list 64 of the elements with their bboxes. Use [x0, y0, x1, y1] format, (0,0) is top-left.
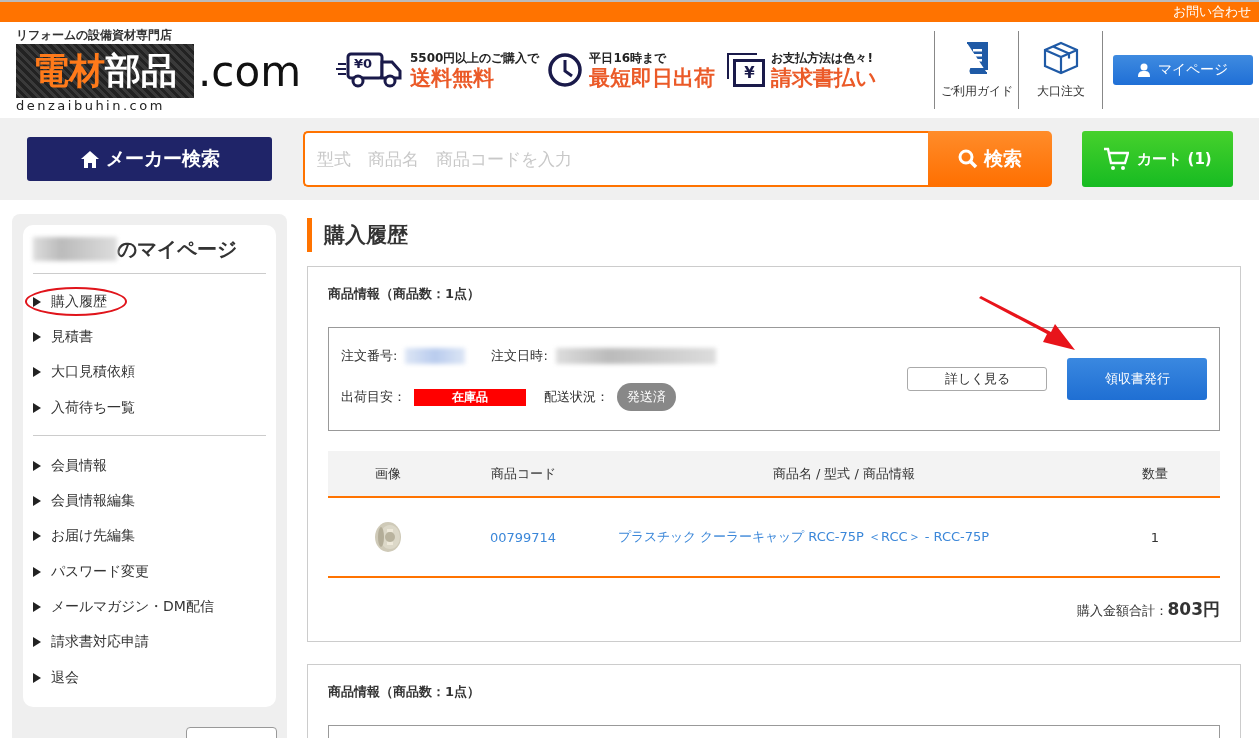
- header-link[interactable]: ご利用ガイド: [934, 31, 1018, 109]
- column-header: 画像: [374, 464, 402, 483]
- sidebar-item[interactable]: 購入履歴: [25, 284, 266, 320]
- triangle-icon: [33, 637, 41, 648]
- promo-headline: 最短即日出荷: [589, 66, 716, 91]
- order-heading: 商品情報（商品数：1点）: [328, 285, 482, 303]
- sidebar-item[interactable]: お届け先編集: [25, 518, 266, 555]
- sidebar-item[interactable]: 請求書対応申請: [25, 624, 266, 660]
- person-icon: [1138, 63, 1150, 77]
- triangle-icon: [33, 331, 41, 342]
- blurred-order-number: [405, 348, 466, 364]
- product-name-link[interactable]: プラスチック クーラーキャップ RCC-75P ＜RCC＞ - RCC-75P: [598, 528, 1090, 546]
- order-date-label: 注文日時:: [491, 347, 548, 365]
- total-label: 購入金額合計：: [1076, 602, 1168, 620]
- promo-caption: お支払方法は色々!: [771, 49, 874, 67]
- logo-tagline: リフォームの設備資材専門店: [16, 27, 173, 44]
- sidebar-item[interactable]: パスワード変更: [25, 554, 266, 590]
- maker-search-button[interactable]: メーカー検索: [27, 137, 272, 181]
- sidebar-item[interactable]: メールマガジン・DM配信: [25, 589, 266, 625]
- logo-plate[interactable]: 電材部品: [16, 44, 194, 98]
- home-icon: [79, 150, 100, 168]
- triangle-icon: [33, 367, 41, 378]
- header-link[interactable]: 大口注文: [1018, 31, 1103, 109]
- receipt-button[interactable]: 領収書発行: [1067, 358, 1207, 400]
- sidebar-item[interactable]: 入荷待ち一覧: [25, 389, 266, 426]
- box-icon: [1042, 40, 1079, 75]
- order-heading: 商品情報（商品数：1点）: [328, 683, 482, 701]
- clock-icon: [547, 52, 584, 88]
- sidebar-title: のマイページ: [117, 235, 237, 263]
- sidebar-item[interactable]: 見積書: [25, 319, 266, 355]
- column-header: 数量: [1141, 464, 1169, 483]
- search-icon: [958, 149, 978, 169]
- triangle-icon: [33, 402, 41, 413]
- triangle-icon: [33, 672, 41, 683]
- logo-suffix: .com: [198, 46, 302, 96]
- total-amount: 803円: [1167, 598, 1220, 621]
- sidebar-item[interactable]: 退会: [25, 659, 266, 696]
- triangle-icon: [33, 531, 41, 542]
- triangle-icon: [33, 460, 41, 471]
- details-button[interactable]: 詳しく見る: [907, 367, 1047, 391]
- stock-badge: 在庫品: [414, 388, 526, 406]
- triangle-icon: [33, 566, 41, 577]
- column-header: 商品名 / 型式 / 商品情報: [771, 464, 917, 483]
- product-code-link[interactable]: 00799714: [448, 529, 598, 545]
- sidebar-item[interactable]: 大口見積依頼: [25, 354, 266, 390]
- logo-domain: denzaibuhin.com: [16, 98, 166, 113]
- triangle-icon: [33, 602, 41, 612]
- triangle-icon: [33, 496, 41, 507]
- triangle-icon: [33, 296, 41, 307]
- promo-headline: 送料無料: [410, 66, 495, 91]
- sidebar-item[interactable]: 会員情報: [25, 448, 266, 484]
- cart-icon: [1103, 146, 1130, 172]
- sidebar-item[interactable]: 会員情報編集: [25, 483, 266, 519]
- delivery-label: 配送状況：: [544, 388, 609, 406]
- page-title: 購入履歴: [307, 218, 1241, 252]
- promo-caption: 平日16時まで: [589, 49, 668, 67]
- delivery-badge: 発送済: [617, 383, 676, 411]
- mypage-button[interactable]: マイページ: [1113, 55, 1253, 85]
- order-number-label: 注文番号:: [341, 347, 398, 365]
- promo-headline: 請求書払い: [771, 66, 878, 91]
- column-header: 商品コード: [489, 464, 557, 483]
- quantity-cell-text: 1: [1149, 529, 1161, 545]
- ship-label: 出荷目安：: [341, 388, 406, 406]
- promo-caption: 5500円以上のご購入で: [410, 49, 540, 67]
